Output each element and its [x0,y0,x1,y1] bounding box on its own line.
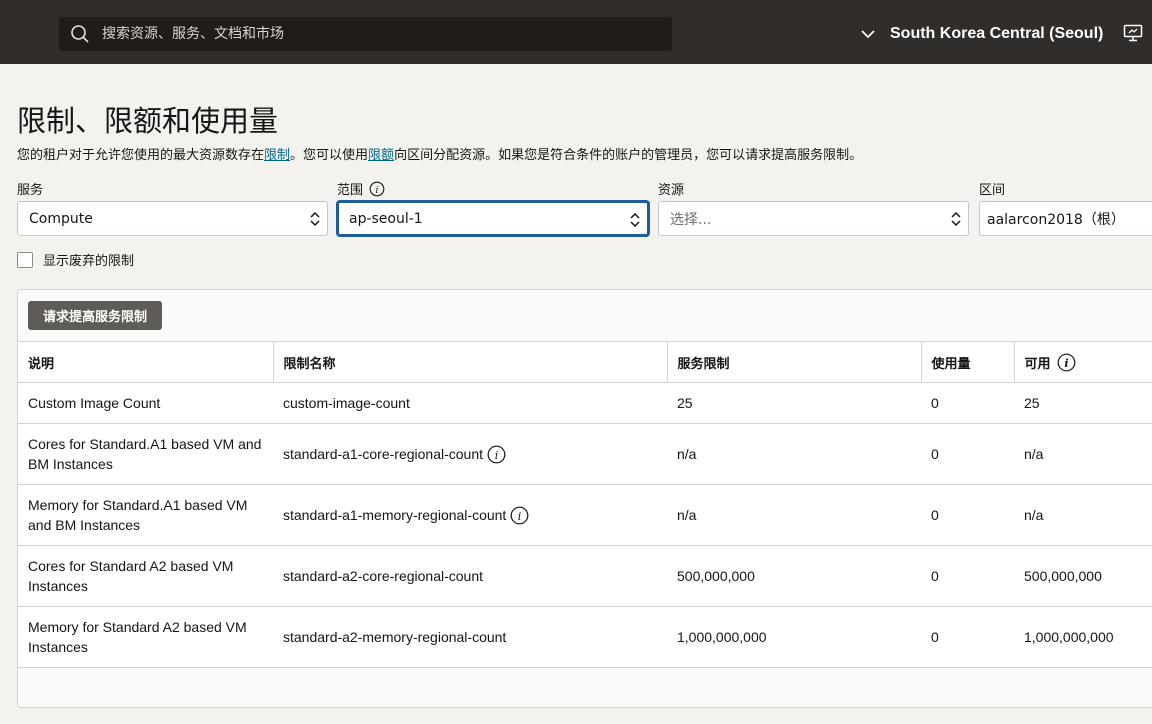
compartment-select[interactable]: aalarcon2018（根） [979,201,1152,236]
cell-usage: 0 [921,382,1014,424]
monitor-icon[interactable] [1123,24,1143,42]
compartment-value: aalarcon2018（根） [987,211,1125,228]
cell-service-limit: 1,000,000,000 [667,606,921,668]
table-row: Cores for Standard A2 based VM Instances… [18,545,1152,607]
cell-available: 25 [1014,382,1152,424]
cell-description: Cores for Standard A2 based VM Instances [18,545,273,607]
cell-limit-name: standard-a1-memory-regional-count i [273,484,667,546]
cell-limit-name: custom-image-count [273,382,667,424]
page-description: 您的租户对于允许您使用的最大资源数存在限制。您可以使用限额向区间分配资源。如果您… [17,144,862,163]
cell-service-limit: n/a [667,423,921,485]
limits-link[interactable]: 限制 [264,148,290,163]
limits-panel: 请求提高服务限制 说明 限制名称 服务限制 使用量 可用 i Custom Im… [17,289,1152,708]
column-header-usage[interactable]: 使用量 [921,341,1015,383]
cell-available: 500,000,000 [1014,545,1152,607]
table-row: Memory for Standard.A1 based VM and BM I… [18,484,1152,546]
cell-available: n/a [1014,484,1152,546]
search-icon [71,25,89,43]
scope-value: ap-seoul-1 [349,210,423,227]
cell-description: Memory for Standard.A1 based VM and BM I… [18,484,273,546]
cell-service-limit: 500,000,000 [667,545,921,607]
cell-description: Cores for Standard.A1 based VM and BM In… [18,423,273,485]
region-selector[interactable]: South Korea Central (Seoul) [860,22,1103,46]
cell-usage: 0 [921,423,1014,485]
cell-description: Memory for Standard A2 based VM Instance… [18,606,273,668]
table-header-row: 说明 限制名称 服务限制 使用量 可用 i [18,341,1152,383]
svg-text:i: i [495,449,499,462]
table-row: Custom Image Count custom-image-count 25… [18,382,1152,424]
top-bar: South Korea Central (Seoul) [0,0,1152,64]
info-icon[interactable]: i [510,506,529,525]
cell-usage: 0 [921,484,1014,546]
quotas-link[interactable]: 限额 [368,148,394,163]
desc-text-2: 。您可以使用 [290,148,369,163]
resource-label: 资源 [658,183,685,198]
show-deprecated-checkbox[interactable] [17,251,33,268]
page-title: 限制、限额和使用量 [17,104,279,138]
table-row: Cores for Standard.A1 based VM and BM In… [18,423,1152,485]
cell-limit-name: standard-a2-core-regional-count [273,545,667,607]
limit-name-text: standard-a1-memory-regional-count [283,507,507,523]
search-input[interactable] [102,26,642,42]
limit-name-text: standard-a1-core-regional-count [283,446,483,462]
cell-available: n/a [1014,423,1152,485]
chevron-down-icon [861,30,875,39]
cell-available: 1,000,000,000 [1014,606,1152,668]
svg-text:i: i [518,510,522,523]
scope-label: 范围 i [337,179,385,198]
desc-text-3: 向区间分配资源。如果您是符合条件的账户的管理员，您可以请求提高服务限制。 [394,148,863,163]
info-icon[interactable]: i [1057,353,1076,372]
compartment-label: 区间 [979,183,1006,198]
cell-limit-name: standard-a2-memory-regional-count [273,606,667,668]
show-deprecated-label: 显示废弃的限制 [43,254,135,269]
svg-text:i: i [376,186,379,196]
cell-usage: 0 [921,606,1014,668]
column-header-limit-name[interactable]: 限制名称 [273,341,668,383]
column-header-available-label: 可用 [1024,356,1051,372]
service-value: Compute [29,210,93,227]
svg-text:i: i [1064,357,1068,370]
info-icon[interactable]: i [369,181,385,197]
show-deprecated-row[interactable]: 显示废弃的限制 [17,250,134,269]
desc-text-1: 您的租户对于允许您使用的最大资源数存在 [17,148,265,163]
info-icon[interactable]: i [487,445,506,464]
cell-limit-name: standard-a1-core-regional-count i [273,423,667,485]
table-row: Memory for Standard A2 based VM Instance… [18,606,1152,668]
search-box[interactable] [59,17,672,51]
service-select[interactable]: Compute [17,201,328,236]
updown-arrows-icon [951,211,961,227]
request-limit-increase-button[interactable]: 请求提高服务限制 [28,301,162,330]
resource-placeholder: 选择... [670,211,712,228]
updown-arrows-icon [630,212,640,228]
column-header-description[interactable]: 说明 [18,341,274,383]
resource-select[interactable]: 选择... [658,201,969,236]
service-label: 服务 [17,183,44,198]
scope-select[interactable]: ap-seoul-1 [337,201,649,236]
cell-usage: 0 [921,545,1014,607]
column-header-service-limit[interactable]: 服务限制 [667,341,922,383]
limits-table: 说明 限制名称 服务限制 使用量 可用 i Custom Image Count… [18,341,1152,668]
cell-description: Custom Image Count [18,382,273,424]
updown-arrows-icon [310,211,320,227]
region-label: South Korea Central (Seoul) [890,25,1104,42]
column-header-available[interactable]: 可用 i [1014,341,1152,383]
cell-service-limit: 25 [667,382,921,424]
cell-service-limit: n/a [667,484,921,546]
